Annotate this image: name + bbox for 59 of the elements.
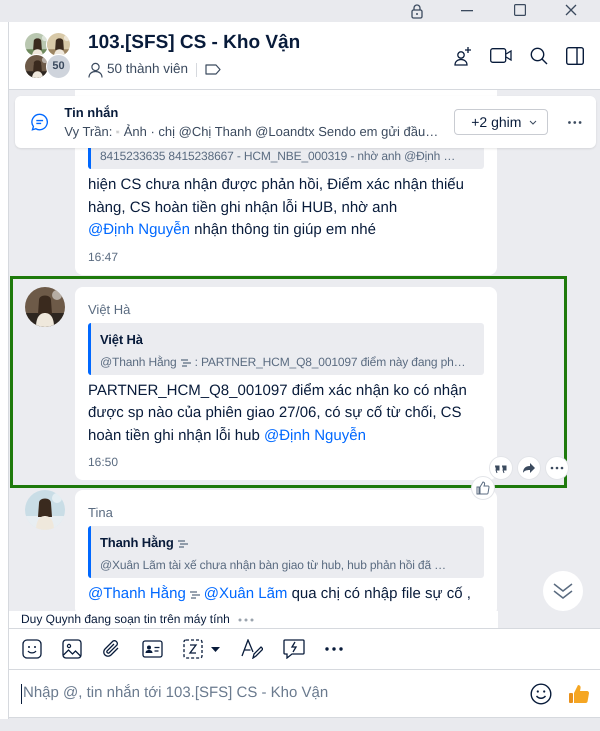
message-time: 16:50 — [88, 454, 120, 470]
typing-dots-icon — [238, 618, 254, 622]
message-time: 16:47 — [88, 248, 120, 264]
tag-icon[interactable] — [205, 64, 222, 75]
quote-text: @Xuân Lãm tài xế chưa nhận bàn giao từ hub, hub phản hồi đã … — [100, 557, 446, 574]
thumbs-up-icon — [476, 480, 490, 494]
quote-author: Việt Hà — [100, 330, 143, 348]
sender-name: Việt Hà — [88, 300, 132, 318]
quick-message-icon[interactable] — [283, 639, 305, 659]
caret-icon — [529, 120, 538, 124]
mention-link[interactable]: @Định Nguyễn — [88, 221, 190, 238]
emblem-icon — [188, 590, 201, 599]
sidebar-toggle-icon[interactable] — [566, 46, 584, 64]
lock-icon[interactable] — [410, 4, 424, 19]
quote-text: @Thanh Hằng — [100, 354, 177, 370]
composer-field[interactable]: Nhập @, tin nhắn tới 103.[SFS] CS - Kho Vận — [9, 669, 600, 718]
typing-text: Duy Quynh đang soạn tin trên máy tính — [21, 612, 230, 626]
person-icon — [88, 62, 103, 78]
message-text: PARTNER_HCM_Q8_001097 điểm xác nhận ko có nhận được sp nào của phiên giao 27/06, có sự cố từ chối, CS hoàn tiền ghi nhận lỗi hub @Định Nguyễn — [88, 380, 468, 446]
message-text: @Thanh Hằng @Xuân Lãm qua chị có nhập file sự cố , — [88, 584, 472, 604]
quote-text: 8415233635 8415238667 - HCM_NBE_000319 - nhờ anh @Định … — [100, 148, 456, 165]
mention-link[interactable]: @Xuân Lãm — [204, 585, 288, 602]
pinned-title: Tin nhắn — [64, 104, 120, 122]
more-icon[interactable] — [568, 120, 582, 124]
minimize-icon[interactable] — [461, 10, 473, 12]
screenshot-icon[interactable] — [183, 639, 221, 659]
more-button[interactable] — [545, 456, 569, 480]
thumbs-up-icon[interactable] — [568, 682, 590, 704]
search-icon[interactable] — [530, 46, 548, 64]
mention-link[interactable]: @Thanh Hằng — [88, 585, 186, 602]
video-call-icon[interactable] — [490, 48, 512, 63]
quote-button[interactable] — [489, 456, 513, 480]
pinned-preview: Ảnh · chị @Chị Thanh @Loandtx Sendo em gửi đầu… — [124, 123, 438, 141]
text-format-icon[interactable] — [241, 639, 263, 659]
member-count[interactable]: 50 thành viên — [107, 59, 188, 80]
quote-text: : PARTNER_HCM_Q8_001097 điểm này đang ph… — [194, 354, 466, 370]
pinned-count-button[interactable]: +2 ghim — [454, 109, 548, 135]
more-icon[interactable] — [325, 647, 343, 651]
emoji-icon[interactable] — [530, 682, 552, 704]
maximize-icon[interactable] — [514, 4, 526, 16]
close-icon[interactable] — [565, 4, 577, 16]
member-overflow-count: 50 — [46, 54, 71, 78]
emblem-icon — [180, 358, 192, 366]
sticker-icon[interactable] — [22, 639, 42, 659]
chat-bubble-icon — [31, 113, 48, 131]
forward-button[interactable] — [517, 456, 541, 480]
sender-name: Tina — [88, 504, 114, 522]
forward-icon — [522, 460, 536, 474]
message-text: hiện CS chưa nhận được phản hồi, Điểm xác nhận thiếu hàng, CS hoàn tiền ghi nhận lỗi HUB, nhờ anh @Định Nguyễn nhận thông tin giúp em nhé — [88, 175, 465, 240]
add-member-icon[interactable] — [454, 46, 472, 66]
contact-card-icon[interactable] — [142, 640, 163, 658]
message-input[interactable]: Nhập @, tin nhắn tới 103.[SFS] CS - Kho Vận — [21, 684, 522, 704]
image-icon[interactable] — [62, 639, 82, 659]
group-title: 103.[SFS] CS - Kho Vận — [88, 31, 302, 56]
pinned-sender: Vy Trần: — [64, 123, 112, 141]
mention-link[interactable]: @Định Nguyễn — [264, 426, 366, 444]
quote-author: Thanh Hằng — [100, 534, 174, 552]
scroll-down-button[interactable] — [543, 571, 583, 611]
double-chevron-icon — [553, 582, 573, 600]
